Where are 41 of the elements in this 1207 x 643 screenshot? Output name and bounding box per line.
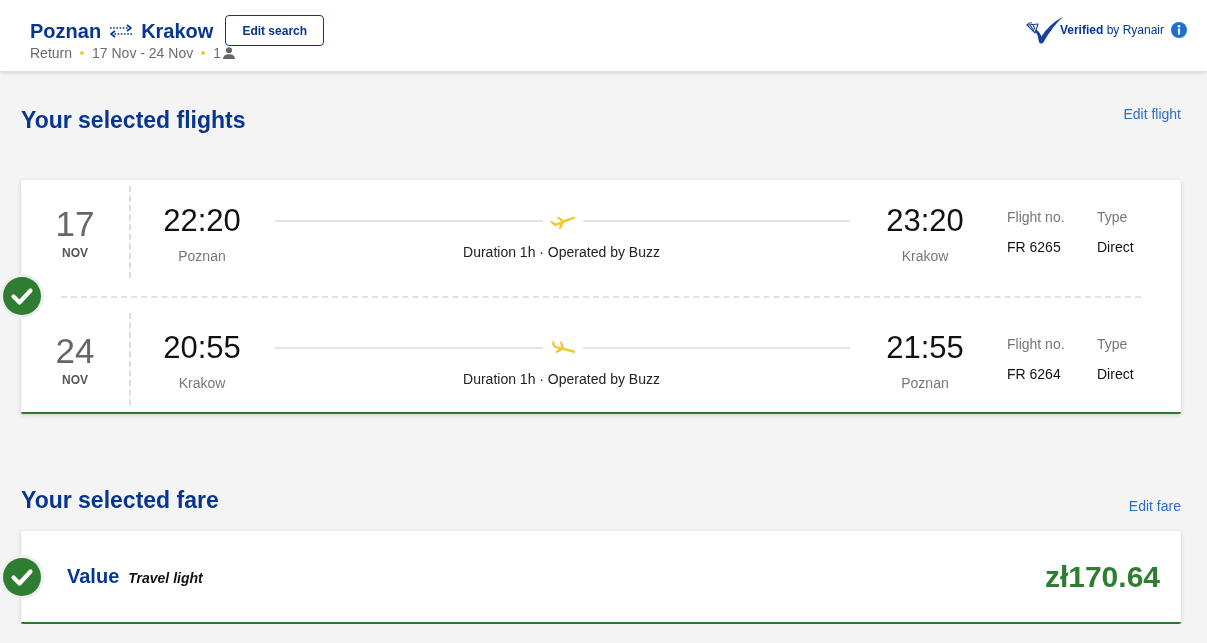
fare-name: Value — [67, 565, 120, 588]
flight-number: FR 6265 — [1007, 238, 1061, 256]
person-icon — [223, 47, 235, 59]
edit-search-button[interactable]: Edit search — [225, 15, 325, 46]
fare-description: Travel light — [128, 569, 203, 586]
edit-link[interactable]: Edit fare — [1128, 498, 1181, 514]
flight-number-label: Flight no. — [1007, 208, 1065, 226]
flight-number-label: Flight no. — [1007, 335, 1065, 353]
destination-city: Krakow — [141, 18, 214, 43]
date-day: 24 — [55, 331, 95, 371]
passenger-count: 1 — [213, 45, 221, 61]
date-month: NOV — [62, 246, 88, 260]
date-month: NOV — [62, 373, 88, 387]
flight-number: FR 6264 — [1007, 365, 1061, 383]
arrival-city: Poznan — [901, 374, 949, 392]
departure-time: 22:20 — [163, 204, 241, 238]
trip-dates: 17 Nov - 24 Nov — [92, 45, 194, 61]
origin-city: Poznan — [30, 18, 102, 43]
duration-text: Duration 1h · Operated by Buzz — [463, 243, 660, 261]
dotted-arrows-icon — [108, 22, 135, 39]
flight-type-label: Type — [1097, 208, 1128, 226]
info-icon[interactable] — [1171, 22, 1187, 38]
separator-dot-icon — [80, 51, 85, 55]
flight-type: Direct — [1097, 365, 1134, 383]
date-day: 17 — [55, 204, 95, 244]
verified-text: Verified by Ryanair — [1059, 23, 1164, 37]
arrival-city: Krakow — [901, 247, 949, 265]
section-title: Your selected flights — [21, 106, 246, 134]
departure-city: Krakow — [178, 374, 226, 392]
trip-type: Return — [30, 45, 73, 61]
departure-time: 20:55 — [163, 331, 241, 365]
edit-link[interactable]: Edit flight — [1123, 106, 1181, 122]
fare-price: zł170.64 — [1044, 559, 1160, 594]
duration-text: Duration 1h · Operated by Buzz — [463, 370, 660, 388]
arrival-time: 23:20 — [886, 204, 964, 238]
section-title: Your selected fare — [21, 486, 219, 514]
flight-type: Direct — [1097, 238, 1134, 256]
arrival-time: 21:55 — [886, 331, 964, 365]
departure-city: Poznan — [178, 247, 226, 265]
separator-dot-icon — [201, 51, 206, 55]
flight-type-label: Type — [1097, 335, 1128, 353]
